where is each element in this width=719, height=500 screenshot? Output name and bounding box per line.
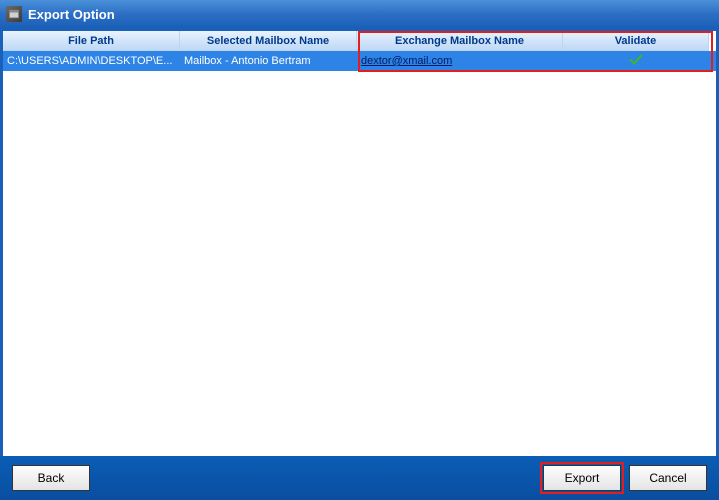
cancel-button[interactable]: Cancel [629,465,707,491]
button-bar-right: Export Cancel [543,465,707,491]
content-area: File Path Selected Mailbox Name Exchange… [3,31,716,456]
app-icon [6,6,22,22]
button-bar: Back Export Cancel [0,456,719,500]
column-header-exchange-mailbox[interactable]: Exchange Mailbox Name [357,31,563,51]
titlebar: Export Option [0,0,719,28]
validate-check-icon [629,53,643,70]
cell-filepath: C:\USERS\ADMIN\DESKTOP\E... [3,51,180,71]
table-wrapper: File Path Selected Mailbox Name Exchange… [3,31,716,456]
table-header: File Path Selected Mailbox Name Exchange… [3,31,716,51]
export-button[interactable]: Export [543,465,621,491]
table-row[interactable]: C:\USERS\ADMIN\DESKTOP\E... Mailbox - An… [3,51,716,71]
column-header-validate[interactable]: Validate [563,31,709,51]
cell-selected-mailbox: Mailbox - Antonio Bertram [180,51,357,71]
column-header-selected-mailbox[interactable]: Selected Mailbox Name [180,31,357,51]
exchange-email-link[interactable]: dextor@xmail.com [361,55,452,67]
back-button[interactable]: Back [12,465,90,491]
window-title: Export Option [28,7,115,22]
cell-validate [563,51,709,71]
column-header-filepath[interactable]: File Path [3,31,180,51]
cell-exchange-mailbox: dextor@xmail.com [357,51,563,71]
